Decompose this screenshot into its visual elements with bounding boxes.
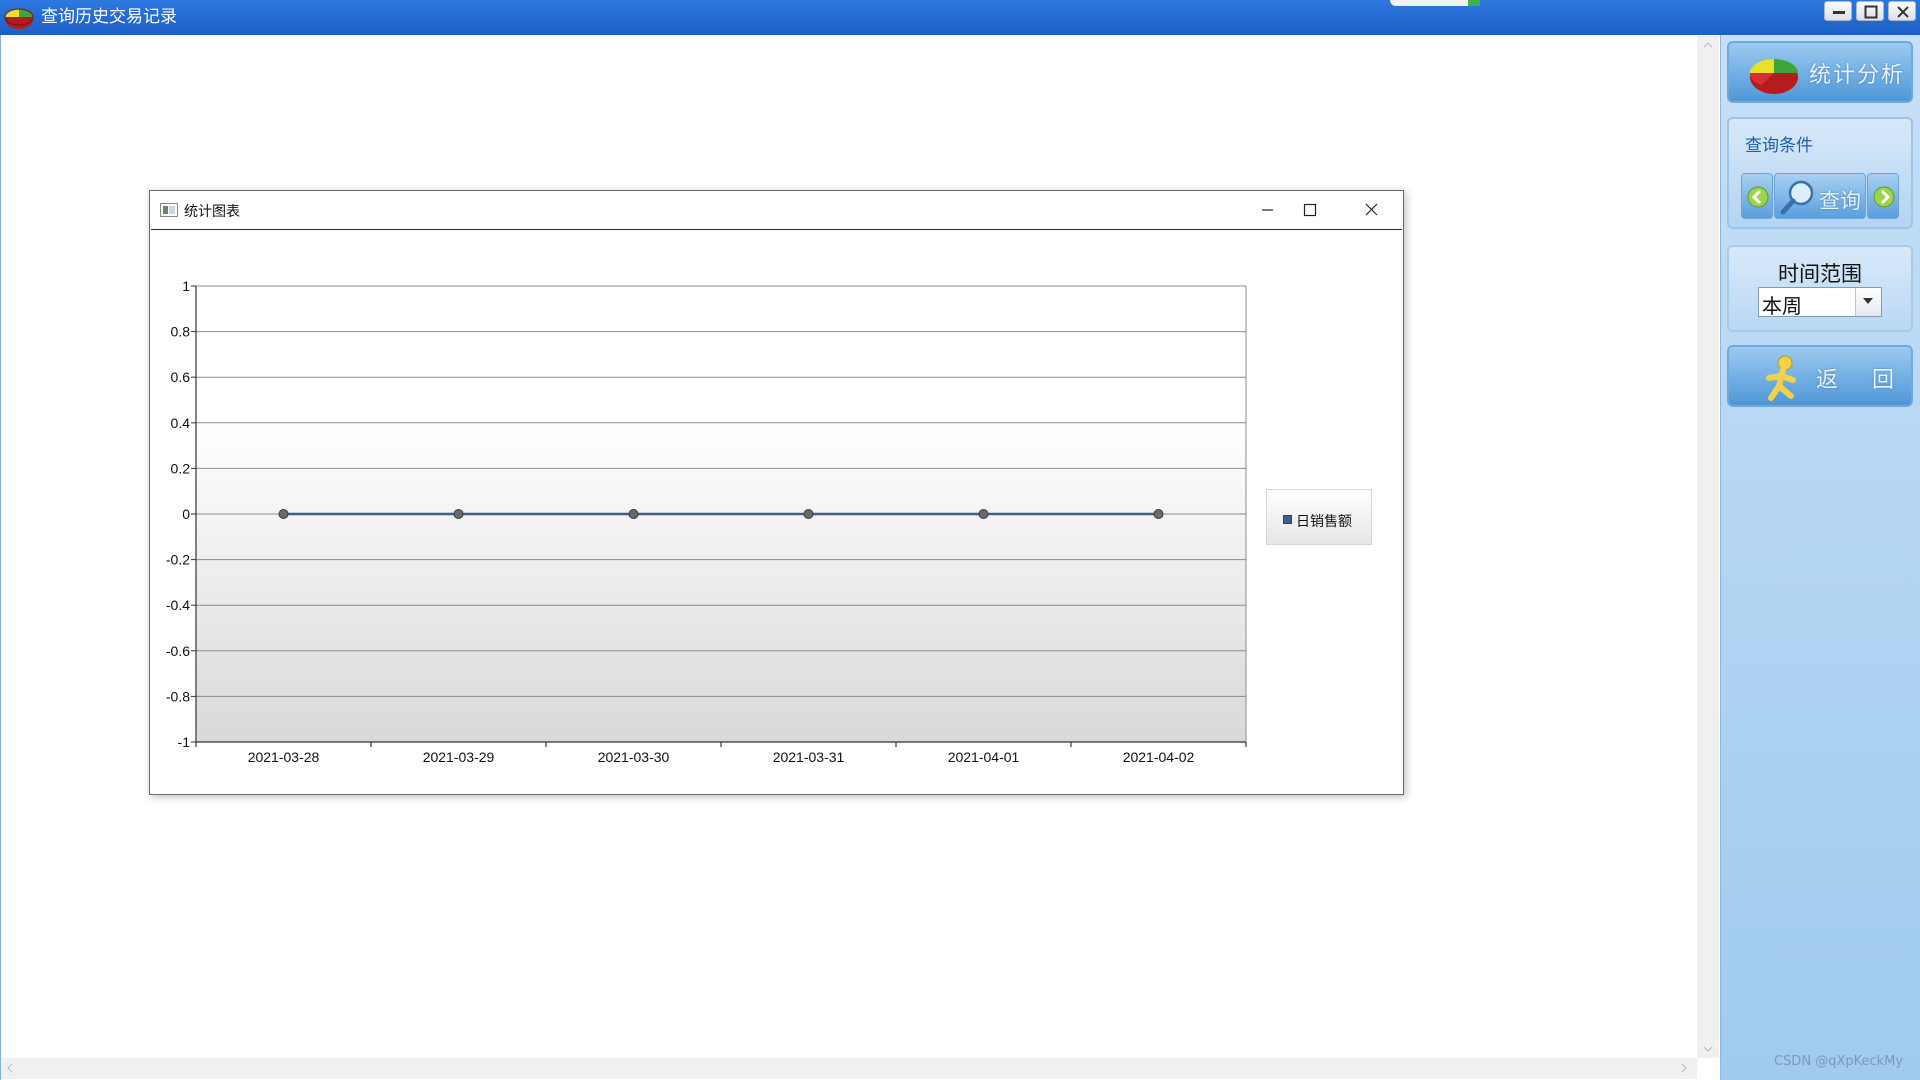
data-point [453, 509, 464, 519]
data-point [278, 509, 289, 519]
running-person-icon [1766, 355, 1796, 401]
close-icon [1365, 203, 1378, 216]
close-icon [1897, 6, 1909, 18]
chart-legend: 日销售额 [1266, 489, 1372, 545]
line-chart: 1 0.8 0.6 0.4 0.2 0 -0.2 -0.4 -0.6 -0.8 -1 2021-03… [166, 278, 1247, 765]
x-tick-label: 2021-03-31 [773, 749, 845, 765]
chevron-down-icon [1863, 298, 1873, 304]
scroll-down-icon[interactable] [1703, 1046, 1713, 1052]
y-tick-label: -0.6 [166, 643, 190, 659]
scroll-right-icon[interactable] [1681, 1063, 1687, 1073]
chart-close-button[interactable] [1346, 191, 1404, 229]
x-tick-label: 2021-03-28 [248, 749, 320, 765]
chart-minimize-button[interactable] [1238, 191, 1296, 229]
time-range-value: 本周 [1762, 294, 1802, 318]
y-tick-label: -1 [178, 734, 191, 750]
chart-window-title: 统计图表 [184, 204, 240, 220]
time-range-caption: 时间范围 [1778, 262, 1862, 286]
data-point [628, 509, 639, 519]
data-point [978, 509, 989, 519]
back-button[interactable]: 返回 [1727, 345, 1913, 407]
magnifier-icon [1780, 180, 1814, 215]
time-range-dropdown-button[interactable] [1855, 288, 1881, 316]
chart-window: 统计图表 1 0.8 0.6 0.4 0.2 0 -0.2-0.4 -0.6 -… [149, 190, 1404, 795]
x-tick-label: 2021-04-01 [948, 749, 1020, 765]
y-tick-label: -0.4 [166, 597, 190, 613]
title-tab [1390, 0, 1480, 6]
arrow-left-icon [1747, 186, 1769, 208]
minimize-icon [1833, 11, 1845, 14]
scroll-left-icon[interactable] [7, 1063, 13, 1073]
pie-chart-icon [1749, 59, 1798, 94]
time-range-select[interactable]: 本周 [1758, 287, 1882, 318]
legend-swatch [1283, 515, 1292, 524]
query-conditions-group: 查询条件 查询 [1727, 117, 1913, 229]
scroll-up-icon[interactable] [1703, 42, 1713, 48]
back-label: 返回 [1816, 368, 1920, 393]
arrow-right-icon [1873, 186, 1895, 208]
y-tick-label: -0.2 [166, 552, 190, 568]
y-tick-label: 1 [182, 278, 190, 294]
window-icon [160, 203, 178, 217]
next-button[interactable] [1867, 173, 1899, 219]
stats-analysis-button[interactable]: 统计分析 [1727, 41, 1913, 103]
stats-analysis-label: 统计分析 [1809, 63, 1906, 88]
legend-label: 日销售额 [1296, 514, 1352, 530]
y-tick-label: -0.8 [166, 688, 190, 704]
data-point [1153, 509, 1164, 519]
data-point [803, 509, 814, 519]
pie-chart-icon [4, 4, 34, 30]
query-button[interactable]: 查询 [1774, 173, 1866, 219]
minimize-button[interactable] [1824, 1, 1852, 21]
maximize-button[interactable] [1856, 1, 1884, 21]
x-tick-label: 2021-03-29 [423, 749, 495, 765]
chart-window-titlebar: 统计图表 [150, 191, 1403, 229]
window-title: 查询历史交易记录 [41, 7, 177, 27]
y-tick-label: 0.4 [171, 415, 191, 431]
watermark: CSDN @qXpKeckMy [1774, 1054, 1904, 1069]
query-label: 查询 [1819, 189, 1861, 213]
horizontal-scrollbar[interactable] [1, 1058, 1697, 1079]
y-tick-label: 0.6 [171, 369, 191, 385]
title-bar: 查询历史交易记录 [0, 0, 1920, 35]
previous-button[interactable] [1741, 173, 1773, 219]
close-button[interactable] [1888, 1, 1916, 21]
time-range-group: 时间范围 本周 [1727, 245, 1913, 332]
minimize-icon [1262, 209, 1273, 211]
x-axis-ticks: 2021-03-28 2021-03-29 2021-03-30 2021-03-31… [195, 742, 1247, 765]
chart-area: 1 0.8 0.6 0.4 0.2 0 -0.2 -0.4 -0.6 -0.8 -1 2021-03… [151, 229, 1402, 793]
x-tick-label: 2021-04-02 [1123, 749, 1195, 765]
y-tick-label: 0 [182, 506, 190, 522]
maximize-icon [1864, 5, 1878, 19]
y-tick-label: 0.8 [171, 324, 191, 340]
y-tick-label: 0.2 [171, 460, 191, 476]
y-axis-ticks: 1 0.8 0.6 0.4 0.2 0 -0.2 -0.4 -0.6 -0.8 -1 [166, 278, 196, 750]
vertical-scrollbar[interactable] [1697, 36, 1719, 1058]
x-tick-label: 2021-03-30 [598, 749, 670, 765]
query-conditions-caption: 查询条件 [1745, 136, 1813, 156]
